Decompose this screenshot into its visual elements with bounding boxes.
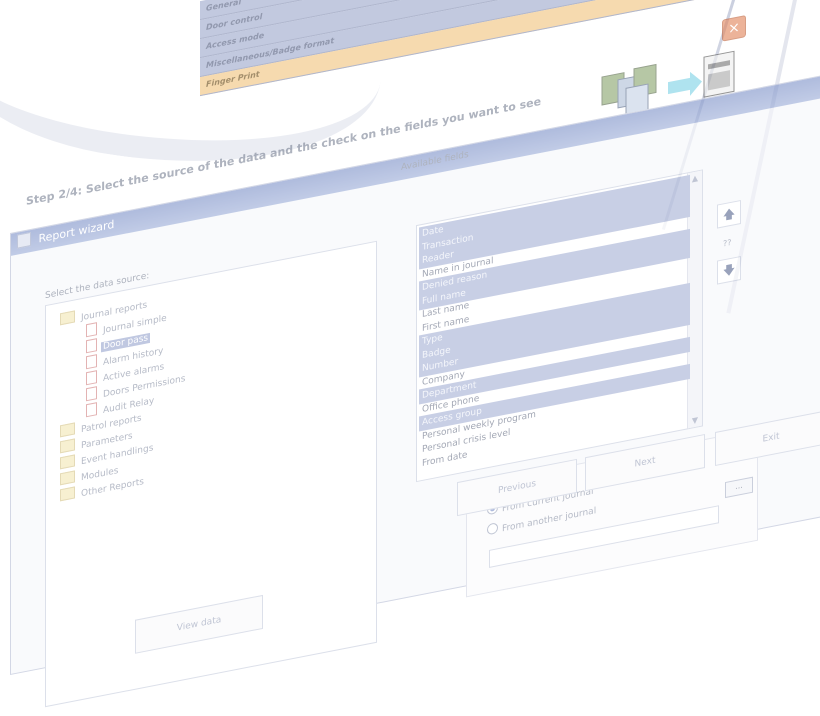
report-icon [86, 402, 97, 418]
move-down-button[interactable]: 🡇 [717, 255, 741, 285]
folder-icon [60, 454, 75, 470]
journal-path-input[interactable] [489, 505, 719, 568]
report-icon [86, 370, 97, 386]
question-marks: ?? [723, 237, 732, 249]
folder-icon [60, 422, 75, 438]
report-icon [86, 338, 97, 354]
window-title: Report wizard [38, 217, 115, 246]
folder-icon [60, 438, 75, 454]
folder-icon [60, 310, 75, 326]
scroll-down-icon[interactable]: ▼ [688, 415, 702, 427]
available-fields-list[interactable]: ▲ ▼ Date Transaction Reader Name in journal… [416, 169, 703, 483]
browse-journal-button[interactable]: ... [725, 476, 753, 499]
folder-icon [60, 486, 75, 502]
report-wizard-window: Report wizard Select the data source: Jo… [10, 75, 820, 708]
report-icon [86, 386, 97, 402]
report-icon [86, 322, 97, 338]
radio-another-indicator[interactable] [487, 522, 498, 536]
close-button[interactable]: × [722, 14, 746, 42]
folder-icon [60, 470, 75, 486]
move-up-button[interactable]: 🡅 [717, 199, 741, 229]
exit-button[interactable]: Exit [715, 410, 820, 467]
app-icon [17, 231, 31, 249]
scroll-up-icon[interactable]: ▲ [688, 173, 702, 185]
report-icon [86, 354, 97, 370]
report-wizard-scene: General Door control Access mode Miscellane… [0, 0, 820, 710]
